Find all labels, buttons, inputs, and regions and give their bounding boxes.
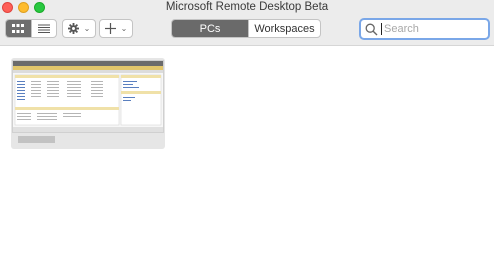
- title-bar: Microsoft Remote Desktop Beta ⌄ ⌄ PCs Wo…: [0, 0, 494, 46]
- pc-thumbnail: [12, 60, 164, 133]
- window-title: Microsoft Remote Desktop Beta: [165, 1, 329, 13]
- tab-pcs[interactable]: PCs: [172, 20, 248, 37]
- chevron-down-icon: ⌄: [120, 24, 128, 33]
- chevron-down-icon: ⌄: [83, 24, 91, 33]
- pc-name-placeholder: [18, 136, 55, 143]
- pc-tile[interactable]: [11, 58, 165, 149]
- section-tabs: PCs Workspaces: [171, 19, 321, 38]
- search-field[interactable]: [359, 18, 490, 40]
- grid-view-icon: [12, 24, 25, 33]
- list-view-icon: [37, 24, 50, 33]
- gear-icon: [67, 23, 79, 34]
- search-input[interactable]: [382, 23, 474, 35]
- add-menu-button[interactable]: ⌄: [99, 19, 133, 38]
- view-mode-toggle[interactable]: [5, 19, 57, 38]
- search-icon: [365, 23, 378, 35]
- tab-workspaces[interactable]: Workspaces: [248, 20, 320, 37]
- settings-menu-button[interactable]: ⌄: [62, 19, 96, 38]
- grid-view-button[interactable]: [6, 20, 31, 37]
- plus-icon: [104, 23, 116, 34]
- list-view-button[interactable]: [30, 20, 57, 37]
- remote-desktop-preview-image: [13, 61, 163, 132]
